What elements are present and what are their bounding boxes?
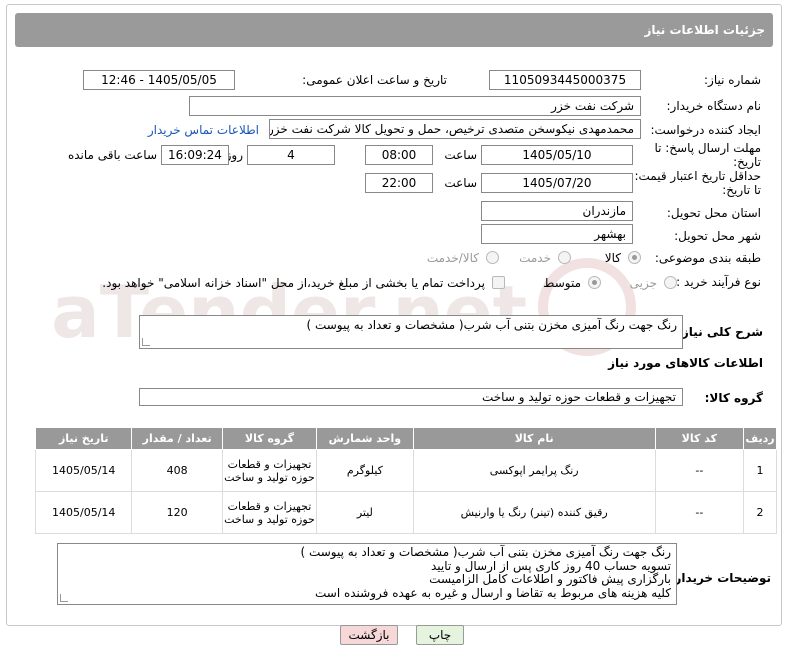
category-radio-service[interactable] — [558, 251, 571, 264]
province-label: استان محل تحویل: — [666, 206, 761, 220]
need-number-field: 1105093445000375 — [489, 70, 641, 90]
cell-name: رقیق کننده (تینر) رنگ یا وارنیش — [412, 491, 656, 534]
cell-qty: 120 — [131, 491, 223, 534]
resize-handle-icon[interactable] — [60, 594, 68, 602]
col-row: ردیف — [742, 427, 778, 450]
reply-deadline-label: مهلت ارسال پاسخ: تا تاریخ: — [654, 141, 761, 169]
table-row[interactable]: 2 -- رقیق کننده (تینر) رنگ یا وارنیش لیت… — [34, 491, 778, 534]
contact-info-link[interactable]: اطلاعات تماس خریدار — [148, 123, 259, 137]
process-label: نوع فرآیند خرید : — [676, 275, 761, 289]
validity-date-field: 1405/07/20 — [481, 173, 633, 193]
cell-row: 1 — [742, 449, 778, 492]
col-date: تاریخ نیاز — [34, 427, 133, 450]
col-group: گروه کالا — [221, 427, 318, 450]
col-unit: واحد شمارش — [316, 427, 414, 450]
validity-label: حداقل تاریخ اعتبار قیمت: تا تاریخ: — [634, 169, 761, 197]
announce-field: 1405/05/05 - 12:46 — [83, 70, 235, 90]
remaining-time-label: ساعت باقی مانده — [67, 148, 157, 162]
buyer-org-field: شرکت نفت خزر — [189, 96, 641, 116]
cell-date: 1405/05/14 — [34, 449, 133, 492]
items-table-header: ردیف کد کالا نام کالا واحد شمارش گروه کا… — [34, 427, 778, 450]
col-code: کد کالا — [654, 427, 744, 450]
col-name: نام کالا — [412, 427, 656, 450]
process-radio-minor[interactable] — [664, 276, 677, 289]
category-option-goods: کالا — [604, 251, 621, 265]
process-radio-medium[interactable] — [588, 276, 601, 289]
validity-time-label: ساعت — [444, 176, 477, 190]
category-radio-goods[interactable] — [628, 251, 641, 264]
cell-code: -- — [654, 491, 744, 534]
goods-group-label: گروه کالا: — [704, 391, 763, 405]
goods-section-title: اطلاعات کالاهای مورد نیاز — [608, 356, 763, 370]
category-radio-goods-service[interactable] — [486, 251, 499, 264]
city-field: بهشهر — [481, 224, 633, 244]
buyer-notes-line: کلیه هزینه های مربوط به تقاضا و ارسال و … — [314, 585, 671, 600]
watermark-logo: AriaTender.net — [47, 258, 636, 356]
province-field: مازندران — [481, 201, 633, 221]
reply-time-field: 08:00 — [365, 145, 433, 165]
creator-field: محمدمهدی نیکوسخن متصدی ترخیص، حمل و تحوی… — [269, 119, 641, 139]
category-option-service: خدمت — [519, 251, 551, 265]
cell-date: 1405/05/14 — [34, 491, 133, 534]
treasury-payment-note: پرداخت تمام یا بخشی از مبلغ خرید،از محل … — [102, 276, 485, 290]
cell-qty: 408 — [131, 449, 223, 492]
cell-unit: لیتر — [316, 491, 414, 534]
process-option-minor: جزیی — [629, 276, 657, 290]
description-text: رنگ جهت رنگ آمیزی مخزن بتنی آب شرب( مشخص… — [306, 318, 677, 332]
buyer-notes-textarea[interactable]: رنگ جهت رنگ آمیزی مخزن بتنی آب شرب( مشخص… — [57, 543, 677, 605]
validity-time-field: 22:00 — [365, 173, 433, 193]
buyer-org-label: نام دستگاه خریدار: — [666, 99, 762, 113]
treasury-payment-checkbox[interactable] — [492, 276, 505, 289]
buyer-notes-line: تسویه حساب 40 روز کاری پس از ارسال و تای… — [430, 558, 671, 573]
city-label: شهر محل تحویل: — [674, 229, 761, 243]
buyer-notes-line: رنگ جهت رنگ آمیزی مخزن بتنی آب شرب( مشخص… — [300, 545, 671, 559]
cell-unit: کیلوگرم — [316, 449, 414, 492]
cell-name: رنگ پرایمر اپوکسی — [412, 449, 656, 492]
reply-date-field: 1405/05/10 — [481, 145, 633, 165]
description-textarea[interactable]: رنگ جهت رنگ آمیزی مخزن بتنی آب شرب( مشخص… — [139, 315, 683, 349]
col-qty: تعداد / مقدار — [131, 427, 223, 450]
goods-group-field: تجهیزات و قطعات حوزه تولید و ساخت — [139, 388, 683, 406]
back-button[interactable]: بازگشت — [340, 625, 398, 645]
print-button[interactable]: چاپ — [416, 625, 464, 645]
process-option-medium: متوسط — [543, 276, 581, 290]
announce-label: تاریخ و ساعت اعلان عمومی: — [302, 73, 447, 87]
cell-row: 2 — [742, 491, 778, 534]
resize-handle-icon[interactable] — [142, 338, 150, 346]
cell-code: -- — [654, 449, 744, 492]
table-row[interactable]: 1 -- رنگ پرایمر اپوکسی کیلوگرم تجهیزات و… — [34, 449, 778, 492]
category-label: طبقه بندی موضوعی: — [654, 251, 761, 265]
buyer-notes-line: بارگزاری پیش فاکتور و اطلاعات کامل الزام… — [429, 572, 671, 586]
details-panel: جزئیات اطلاعات نیاز AriaTender.net شماره… — [6, 4, 782, 626]
reply-time-label: ساعت — [444, 148, 477, 162]
items-table: ردیف کد کالا نام کالا واحد شمارش گروه کا… — [34, 427, 778, 534]
cell-group: تجهیزات و قطعات حوزه تولید و ساخت — [221, 449, 318, 492]
creator-label: ایجاد کننده درخواست: — [650, 123, 761, 137]
cell-group: تجهیزات و قطعات حوزه تولید و ساخت — [221, 491, 318, 534]
need-number-label: شماره نیاز: — [704, 73, 761, 87]
panel-header: جزئیات اطلاعات نیاز — [15, 13, 773, 47]
days-field: 4 — [247, 145, 335, 165]
remaining-time-field: 16:09:24 — [161, 145, 229, 165]
buyer-notes-label: توضیحات خریدار: — [669, 571, 771, 585]
category-option-goods-service: کالا/خدمت — [426, 251, 479, 265]
description-label: شرح کلی نیاز: — [677, 325, 763, 339]
